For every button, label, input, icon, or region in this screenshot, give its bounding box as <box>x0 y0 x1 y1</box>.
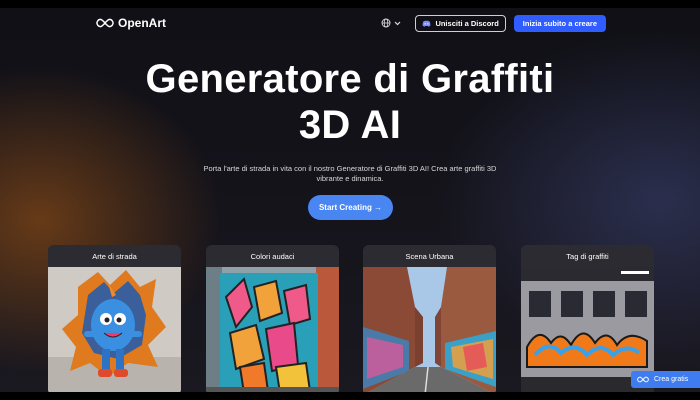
urban-alley-image <box>363 267 496 395</box>
card-bold-colors[interactable]: Colori audaci <box>206 245 339 395</box>
top-bar <box>0 0 700 8</box>
title-line-2: 3D AI <box>298 103 402 147</box>
create-free-label: Crea gratis <box>654 376 689 383</box>
page: OpenArt Unisciti a Discord Inizia subito… <box>0 0 700 400</box>
card-label: Scena Urbana <box>363 245 496 267</box>
language-selector[interactable] <box>381 18 401 28</box>
card-label: Arte di strada <box>48 245 181 267</box>
discord-label: Unisciti a Discord <box>435 18 499 28</box>
nav-actions: Unisciti a Discord Inizia subito a crear… <box>381 14 606 32</box>
openart-logo-icon <box>96 18 114 28</box>
openart-logo-icon <box>637 376 649 383</box>
logo[interactable]: OpenArt <box>96 16 166 30</box>
start-creating-button[interactable]: Start Creating → <box>308 195 393 220</box>
subtitle-line-2: vibrante e dinamica. <box>316 174 384 183</box>
card-label: Tag di graffiti <box>521 245 654 267</box>
hero-subtitle: Porta l'arte di strada in vita con il no… <box>190 164 510 184</box>
start-creating-nav-button[interactable]: Inizia subito a creare <box>513 14 606 32</box>
logo-text: OpenArt <box>118 16 166 30</box>
card-street-art[interactable]: Arte di strada <box>48 245 181 395</box>
title-line-1: Generatore di Graffiti <box>145 57 555 101</box>
bottom-bar <box>0 392 700 400</box>
create-free-floating-button[interactable]: Crea gratis <box>631 371 700 388</box>
graffiti-monster-image <box>48 267 181 395</box>
card-urban-scene[interactable]: Scena Urbana <box>363 245 496 395</box>
discord-button[interactable]: Unisciti a Discord <box>415 14 506 32</box>
page-title: Generatore di Graffiti 3D AI <box>0 56 700 148</box>
chevron-down-icon <box>395 21 401 25</box>
navbar: OpenArt Unisciti a Discord Inizia subito… <box>96 13 606 33</box>
discord-icon <box>423 20 431 27</box>
globe-icon <box>381 18 391 28</box>
colorful-graffiti-letters-image <box>206 267 339 395</box>
card-label: Colori audaci <box>206 245 339 267</box>
subtitle-line-1: Porta l'arte di strada in vita con il no… <box>203 164 497 173</box>
